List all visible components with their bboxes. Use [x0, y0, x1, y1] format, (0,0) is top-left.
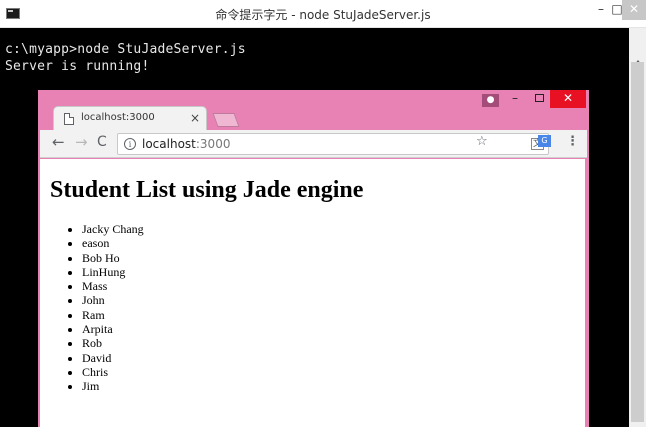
browser-close-button[interactable]: ✕	[550, 90, 586, 108]
console-title: 命令提示字元 - node StuJadeServer.js	[215, 8, 431, 22]
page-icon	[64, 113, 74, 125]
bookmark-star-icon[interactable]: ☆	[476, 134, 488, 149]
list-item: John	[82, 293, 144, 307]
browser-tab[interactable]: localhost:3000 ×	[53, 106, 207, 131]
console-line: c:\myapp>node StuJadeServer.js	[5, 42, 246, 57]
url-host: localhost	[142, 137, 196, 151]
console-scrollbar[interactable]	[629, 28, 646, 427]
page-viewport: Student List using Jade engine Jacky Cha…	[40, 159, 585, 427]
tab-close-icon[interactable]: ×	[190, 111, 200, 125]
forward-arrow-icon[interactable]: →	[75, 133, 88, 151]
console-close-button[interactable]: ✕	[622, 0, 646, 20]
list-item: LinHung	[82, 265, 144, 279]
student-list: Jacky Chang eason Bob Ho LinHung Mass Jo…	[82, 222, 144, 394]
list-item: Arpita	[82, 322, 144, 336]
console-line: Server is running!	[5, 59, 150, 74]
list-item: Jim	[82, 379, 144, 393]
browser-maximize-button[interactable]	[535, 94, 544, 102]
list-item: David	[82, 351, 144, 365]
console-scrollbar-thumb[interactable]	[631, 62, 644, 422]
url-text: localhost:3000	[142, 137, 230, 151]
list-item: Rob	[82, 336, 144, 350]
list-item: Chris	[82, 365, 144, 379]
menu-icon[interactable]: ⋮	[566, 134, 579, 149]
list-item: Bob Ho	[82, 251, 144, 265]
url-port: :3000	[195, 137, 231, 151]
info-icon[interactable]: i	[124, 138, 136, 150]
browser-minimize-button[interactable]: –	[512, 91, 518, 105]
profile-icon[interactable]: ●	[482, 94, 499, 107]
new-tab-button[interactable]	[212, 113, 240, 127]
list-item: eason	[82, 236, 144, 250]
browser-toolbar: ← → C i localhost:3000 文 ☆ G ⋮	[40, 130, 587, 158]
browser-window: localhost:3000 × ● – ✕ ← → C i localhost…	[38, 90, 589, 427]
list-item: Jacky Chang	[82, 222, 144, 236]
tab-title: localhost:3000	[81, 112, 155, 123]
list-item: Ram	[82, 308, 144, 322]
page-title: Student List using Jade engine	[50, 177, 364, 203]
console-titlebar: 命令提示字元 - node StuJadeServer.js – □ ✕	[0, 0, 646, 28]
reload-icon[interactable]: C	[97, 134, 107, 150]
back-arrow-icon[interactable]: ←	[52, 133, 65, 151]
extension-translate-icon[interactable]: G	[538, 135, 551, 147]
list-item: Mass	[82, 279, 144, 293]
